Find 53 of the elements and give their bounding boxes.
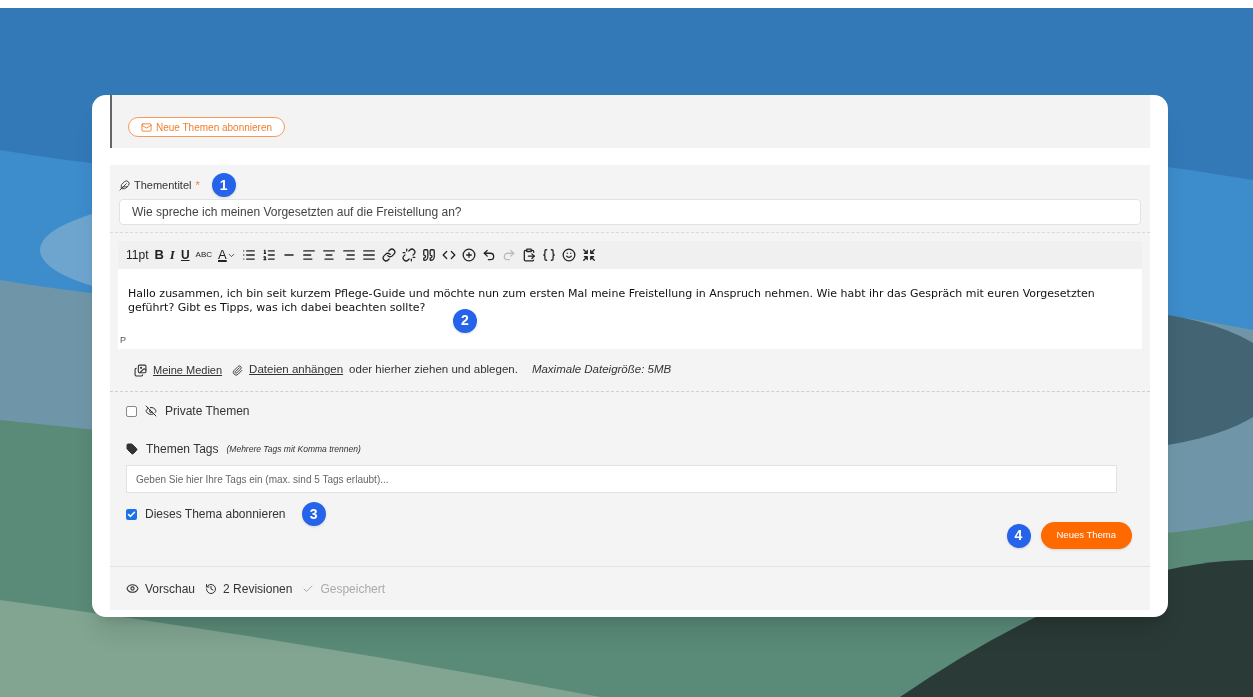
paperclip-icon: [232, 364, 244, 376]
field-label: Thementitel: [134, 177, 192, 193]
media-link[interactable]: Meine Medien: [153, 361, 223, 379]
element-path: P: [120, 333, 126, 347]
link-icon[interactable]: [381, 248, 396, 262]
code-icon[interactable]: [441, 248, 456, 262]
media-icon: [134, 363, 147, 377]
clipboard-icon[interactable]: [521, 248, 536, 262]
toolbar-button[interactable]: B: [154, 245, 164, 265]
unlink-icon[interactable]: [401, 248, 416, 262]
quote-icon[interactable]: [421, 248, 436, 262]
checkbox-label: Private Themen: [165, 403, 250, 420]
field-hint: (Mehrere Tags mit Komma trennen): [226, 442, 361, 456]
step-number: 2: [453, 308, 477, 333]
numbered-list-icon[interactable]: [261, 248, 276, 262]
required-mark: *: [195, 177, 200, 193]
align-justify-icon[interactable]: [361, 248, 376, 262]
checkbox-label: Dieses Thema abonnieren: [145, 506, 286, 523]
tag-icon: [126, 443, 138, 455]
max-size-note: Maximale Dateigröße: 5MB: [531, 362, 672, 378]
eye-off-icon: [145, 405, 157, 417]
history-icon: [205, 582, 218, 595]
braces-icon[interactable]: [541, 248, 556, 262]
step-number: 4: [1006, 523, 1031, 548]
drop-hint: oder hierher ziehen und ablegen.: [349, 362, 518, 378]
smiley-icon[interactable]: [561, 248, 576, 262]
eye-icon: [126, 582, 139, 595]
plus-circle-icon[interactable]: [461, 248, 476, 262]
align-left-icon[interactable]: [301, 248, 316, 262]
title-field[interactable]: Wie spreche ich meinen Vorgesetzten auf die Freistellung an?: [119, 199, 1141, 225]
bullet-list-icon[interactable]: [241, 248, 256, 262]
checkbox[interactable]: [126, 508, 137, 520]
attach-link[interactable]: Dateien anhängen: [249, 361, 344, 379]
editor-area[interactable]: [118, 269, 1142, 349]
toolbar-button[interactable]: ABC: [195, 249, 213, 261]
toolbar-button[interactable]: U: [180, 246, 190, 264]
fullscreen-icon[interactable]: [581, 248, 596, 262]
toolbar-button[interactable]: A: [218, 245, 227, 265]
pen-icon: [119, 179, 130, 191]
preview-link[interactable]: Vorschau: [145, 579, 196, 598]
toolbar-button[interactable]: 11pt: [126, 246, 149, 264]
tags-field[interactable]: Geben Sie hier Ihre Tags ein (max. sind 5 Tags erlaubt)...: [126, 465, 1117, 493]
checkbox[interactable]: [126, 405, 137, 417]
saved-status: Gespeichert: [320, 580, 386, 598]
step-number: 3: [301, 502, 326, 527]
step-number: 1: [211, 173, 236, 198]
align-center-icon[interactable]: [321, 248, 336, 262]
revisions-link[interactable]: 2 Revisionen: [223, 579, 293, 598]
mail-icon: [141, 121, 152, 133]
undo-icon[interactable]: [481, 248, 496, 262]
align-right-icon[interactable]: [341, 248, 356, 262]
field-label: Themen Tags: [146, 441, 219, 458]
toolbar-button[interactable]: I: [169, 245, 175, 265]
